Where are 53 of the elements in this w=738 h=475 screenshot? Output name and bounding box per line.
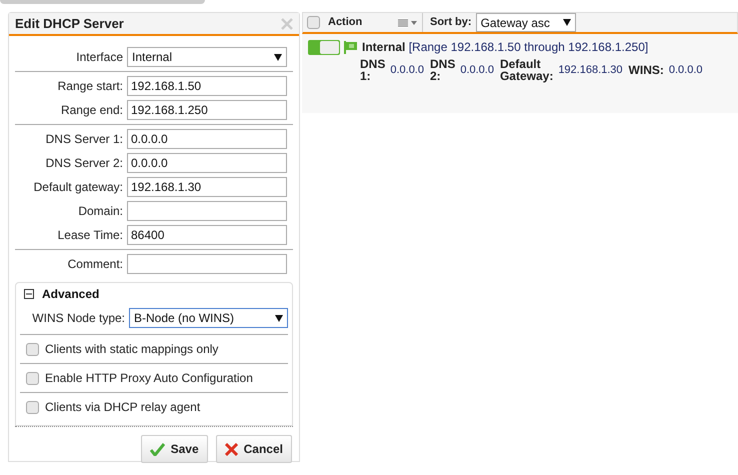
input-field[interactable]: 0.0.0.0 (127, 153, 287, 173)
field-label: Interface (75, 49, 123, 66)
list-menu-icon[interactable] (398, 18, 418, 26)
select-field[interactable]: Internal (127, 47, 287, 67)
row-title: Internal [Range 192.168.1.50 through 192.168.1.250] (362, 39, 648, 56)
detail-value: 0.0.0.0 (460, 62, 494, 78)
field-label: WINS Node type: (31, 310, 125, 327)
field-label: Range end: (60, 102, 123, 119)
checkbox[interactable] (26, 400, 39, 414)
input-field[interactable]: 86400 (127, 225, 287, 245)
field-label: Range start: (56, 78, 123, 95)
input-field[interactable]: 192.168.1.30 (127, 177, 287, 197)
checkbox[interactable] (26, 342, 39, 356)
dialog-title: Edit DHCP Server (15, 14, 124, 33)
checkbox-label: Clients via DHCP relay agent (45, 399, 200, 416)
input-field[interactable]: 192.168.1.50 (127, 76, 287, 96)
detail-value: 192.168.1.30 (558, 62, 623, 78)
toggle-switch[interactable] (308, 40, 340, 54)
checkbox-label: Enable HTTP Proxy Auto Configuration (45, 370, 253, 387)
caret-icon (275, 314, 283, 322)
field-label: DNS Server 1: (44, 131, 123, 148)
collapse-icon[interactable] (24, 289, 34, 299)
detail-label: DNS 1: (360, 58, 386, 82)
input-field[interactable] (127, 201, 287, 221)
flag-icon (344, 40, 358, 54)
select-field[interactable]: B-Node (no WINS) (129, 308, 288, 328)
action-label: Action (328, 15, 362, 30)
field-label: Domain: (77, 203, 123, 220)
field-label: Default gateway: (32, 179, 123, 196)
cancel-button[interactable]: Cancel (216, 435, 292, 463)
section-title: Advanced (42, 286, 100, 303)
input-field[interactable]: 0.0.0.0 (127, 129, 287, 149)
field-label: DNS Server 2: (44, 155, 123, 172)
checkbox[interactable] (26, 372, 39, 384)
detail-label: WINS: (628, 64, 664, 76)
save-button[interactable]: Save (140, 435, 208, 463)
detail-label: Default Gateway: (500, 58, 554, 82)
input-field[interactable]: 192.168.1.250 (127, 100, 287, 120)
detail-value: 0.0.0.0 (390, 62, 424, 78)
detail-value: 0.0.0.0 (668, 62, 703, 78)
caret-icon (562, 19, 571, 26)
caret-icon (274, 54, 282, 60)
checkbox[interactable] (307, 16, 320, 29)
detail-label: DNS 2: (430, 58, 456, 82)
sort-label: Sort by: (430, 15, 472, 30)
checkbox-label: Clients with static mappings only (45, 341, 218, 358)
field-label: Lease Time: (56, 227, 123, 244)
close-icon[interactable] (281, 18, 293, 30)
input-field[interactable] (127, 254, 287, 274)
check-icon (150, 442, 165, 456)
sort-select[interactable]: Gateway asc (476, 13, 576, 32)
x-icon (224, 442, 238, 456)
field-label: Comment: (66, 256, 123, 273)
